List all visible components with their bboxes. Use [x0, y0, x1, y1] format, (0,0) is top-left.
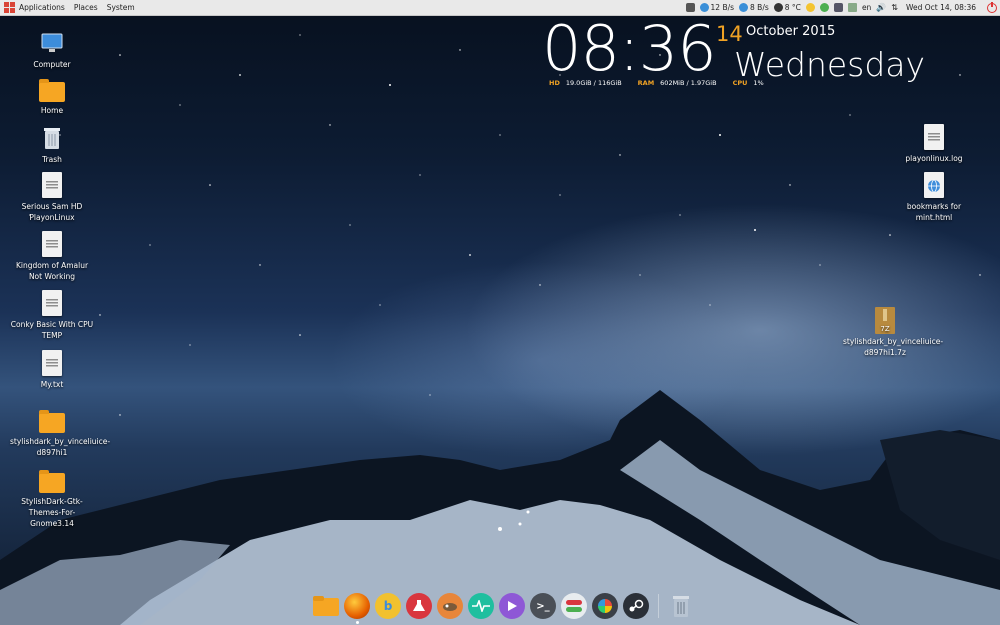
desktop-icon-kingdom-amalur[interactable]: Kingdom of Amalur Not Working: [10, 231, 94, 282]
panel-clock[interactable]: Wed Oct 14, 08:36: [906, 3, 976, 12]
icon-label: StylishDark-Gtk-Themes-For-Gnome3.14: [21, 497, 83, 528]
text-file-icon: [924, 124, 944, 150]
net-down-value: 12 B/s: [710, 3, 735, 12]
icon-label: My.txt: [40, 380, 64, 389]
script-file-icon: [42, 290, 62, 316]
system-monitor-icon[interactable]: [468, 593, 494, 619]
net-up-value: 8 B/s: [750, 3, 769, 12]
net-down-indicator[interactable]: 12 B/s: [699, 3, 735, 12]
terminal-glyph: >_: [536, 600, 550, 612]
desktop-icon-playonlinux-log[interactable]: playonlinux.log: [892, 124, 976, 164]
desktop-icon-trash[interactable]: Trash: [10, 125, 94, 165]
temperature-value: 8 °C: [784, 3, 801, 12]
script-file-icon: [42, 231, 62, 257]
upload-arrow-icon: [739, 3, 749, 12]
desktop-icon-home[interactable]: Home: [10, 78, 94, 116]
top-panel: Applications Places System 12 B/s 8 B/s …: [0, 0, 1000, 16]
computer-icon: [39, 30, 65, 56]
conky-day: 14: [716, 22, 743, 46]
power-icon[interactable]: [987, 1, 997, 13]
bittorrent-icon[interactable]: b: [375, 593, 401, 619]
script-file-icon: [42, 172, 62, 198]
cpu-label: CPU: [732, 79, 748, 87]
text-file-icon: [42, 350, 62, 376]
desktop-icon-stylishdark-folder[interactable]: stylishdark_by_vinceliuice-d897hi1: [10, 409, 110, 458]
hd-label: HD: [549, 79, 560, 87]
icon-label: Serious Sam HD PlayonLinux: [21, 202, 83, 222]
menu-places[interactable]: Places: [74, 3, 98, 12]
steam-icon[interactable]: [623, 593, 649, 619]
update-check-icon[interactable]: [819, 3, 829, 12]
volume-icon[interactable]: 🔊: [876, 3, 886, 12]
html-file-icon: [924, 172, 944, 198]
battery-icon[interactable]: [833, 3, 843, 12]
ram-label: RAM: [637, 79, 655, 87]
icon-label: Conky Basic With CPU TEMP: [10, 320, 94, 340]
transfer-arrows-icon[interactable]: ⇅: [891, 3, 898, 12]
pinwheel-icon[interactable]: [592, 593, 618, 619]
icon-label: Home: [40, 106, 64, 115]
archive-badge: 7Z: [880, 325, 889, 333]
flask-icon[interactable]: [406, 593, 432, 619]
icon-label: Trash: [42, 155, 62, 164]
terminal-icon[interactable]: >_: [530, 593, 556, 619]
menu-logo-icon[interactable]: [4, 2, 15, 13]
menu-system[interactable]: System: [107, 3, 135, 12]
home-folder-icon: [39, 79, 65, 102]
ram-value: 602MiB / 1.97GiB: [660, 79, 717, 87]
keyboard-layout[interactable]: en: [862, 3, 871, 12]
conky-month-year: October 2015: [746, 24, 836, 39]
monitor-tray-icon[interactable]: [685, 3, 695, 12]
desktop-icon-serious-sam[interactable]: Serious Sam HD PlayonLinux: [10, 172, 94, 223]
desktop-icon-my-txt[interactable]: My.txt: [10, 350, 94, 390]
desktop-icon-conky-basic[interactable]: Conky Basic With CPU TEMP: [10, 290, 94, 341]
firefox-icon[interactable]: [344, 593, 370, 624]
archive-icon: 7Z: [872, 307, 898, 334]
hd-value: 19.0GiB / 116GiB: [565, 79, 622, 87]
trash-icon: [39, 125, 65, 151]
net-up-indicator[interactable]: 8 B/s: [739, 3, 769, 12]
download-arrow-icon: [699, 3, 709, 12]
play-icon[interactable]: [499, 593, 525, 619]
icon-label: playonlinux.log: [905, 154, 963, 163]
icon-label: Kingdom of Amalur Not Working: [15, 261, 89, 281]
folder-icon: [39, 410, 65, 433]
desktop-icon-bookmarks-html[interactable]: bookmarks for mint.html: [892, 172, 976, 223]
trash-icon[interactable]: [668, 593, 694, 619]
folder-icon: [39, 470, 65, 493]
network-icon[interactable]: [847, 3, 857, 12]
clipboard-icon[interactable]: [805, 3, 815, 12]
conky-system-stats: HD 19.0GiB / 116GiB RAM 602MiB / 1.97GiB C…: [549, 79, 774, 87]
weather-cloud-icon: [773, 3, 783, 12]
dock-separator: [658, 594, 659, 618]
files-icon[interactable]: [313, 593, 339, 619]
toggle-icon[interactable]: [561, 593, 587, 619]
gimp-icon[interactable]: [437, 593, 463, 619]
system-tray: 12 B/s 8 B/s 8 °C en 🔊 ⇅ Wed Oct 14, 08:…: [681, 0, 1000, 15]
icon-label: bookmarks for mint.html: [906, 202, 962, 222]
weather-indicator[interactable]: 8 °C: [773, 3, 801, 12]
cpu-value: 1%: [753, 79, 764, 87]
desktop-icon-computer[interactable]: Computer: [10, 30, 94, 70]
desktop-icon-stylishdark-gtk-folder[interactable]: StylishDark-Gtk-Themes-For-Gnome3.14: [10, 469, 94, 529]
icon-label: Computer: [33, 60, 71, 69]
bittorrent-glyph: b: [383, 599, 393, 613]
dock: b >_: [313, 591, 694, 624]
desktop-icon-archive-7z[interactable]: 7Z stylishdark_by_vinceliuice-d897hi1.7z: [843, 307, 943, 358]
menu-applications[interactable]: Applications: [19, 3, 65, 12]
conky-time: 08:36: [542, 12, 717, 85]
